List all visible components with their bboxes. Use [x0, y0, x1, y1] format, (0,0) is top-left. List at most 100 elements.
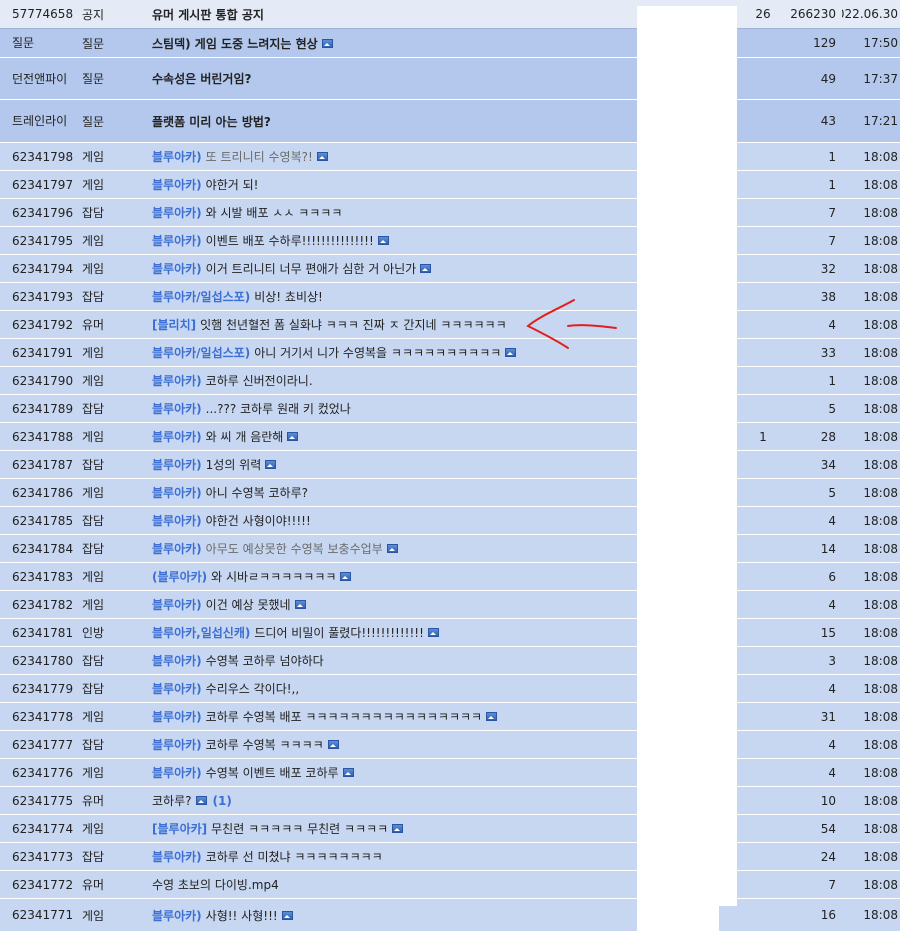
table-row[interactable]: 57774658 공지 유머 게시판 통합 공지 26 266230 2022.06.30 — [0, 0, 900, 29]
table-row[interactable]: 62341794 게임 블루아카) 이거 트리니티 너무 편애가 심한 거 아닌가 32… — [0, 255, 900, 283]
table-row[interactable]: 62341790 게임 블루아카) 코하루 신버전이라니. 1 18:08 — [0, 367, 900, 395]
view-count: 10 — [820, 793, 836, 808]
post-title-link[interactable]: 블루아카) 코하루 수영복 배포 ㅋㅋㅋㅋㅋㅋㅋㅋㅋㅋㅋㅋㅋㅋㅋㅋ — [152, 703, 632, 730]
post-tag: 블루아카/일섭스포) — [152, 290, 251, 304]
post-category: 게임 — [82, 486, 105, 500]
post-number: 62341787 — [12, 457, 74, 472]
post-number: 62341786 — [12, 485, 74, 500]
table-row[interactable]: 62341782 게임 블루아카) 이건 예상 못했네 4 18:08 — [0, 591, 900, 619]
post-title-link[interactable]: 블루아카) 와 시발 배포 ㅅㅅ ㅋㅋㅋㅋ — [152, 199, 632, 226]
post-category: 게임 — [82, 374, 105, 388]
post-number: 62341783 — [12, 569, 74, 584]
post-title-link[interactable]: 블루아카) 또 트리니티 수영복?! — [152, 143, 632, 170]
post-category: 질문 — [82, 114, 105, 129]
post-number: 62341771 — [12, 908, 74, 922]
redaction-block — [637, 6, 737, 906]
post-time: 18:08 — [863, 541, 898, 556]
post-tag: 블루아카) — [152, 178, 202, 192]
image-attached-icon — [195, 796, 207, 805]
post-title-link[interactable]: 블루아카) 와 씨 개 음란해 — [152, 423, 632, 450]
post-title-link[interactable]: 블루아카,일섭신캐) 드디어 비밀이 풀렸다!!!!!!!!!!!!! — [152, 619, 632, 646]
view-count: 5 — [828, 401, 836, 416]
post-title-text: 이거 트리니티 너무 편애가 심한 거 아닌가 — [205, 262, 417, 276]
table-row[interactable]: 62341796 잡담 블루아카) 와 시발 배포 ㅅㅅ ㅋㅋㅋㅋ 7 18:08 — [0, 199, 900, 227]
table-row[interactable]: 62341772 유머 수영 초보의 다이빙.mp4 7 18:08 — [0, 871, 900, 899]
table-row[interactable]: 던전앤파이 질문 수속성은 버린거임? 49 17:37 — [0, 58, 900, 100]
post-title-link[interactable]: 수영 초보의 다이빙.mp4 — [152, 871, 632, 898]
post-title-link[interactable]: 스팀덱) 게임 도중 느려지는 현상 — [152, 29, 632, 57]
table-row[interactable]: 62341798 게임 블루아카) 또 트리니티 수영복?! 1 18:08 — [0, 143, 900, 171]
table-row[interactable]: 62341773 잡담 블루아카) 코하루 선 미쳤냐 ㅋㅋㅋㅋㅋㅋㅋㅋ 24 18:08 — [0, 843, 900, 871]
post-title-link[interactable]: 블루아카) 야한거 되! — [152, 171, 632, 198]
table-row[interactable]: 62341789 잡담 블루아카)...??? 코하루 원래 키 컸었나 5 18:08 — [0, 395, 900, 423]
table-row[interactable]: 62341780 잡담 블루아카) 수영복 코하루 넘야하다 3 18:08 — [0, 647, 900, 675]
table-row[interactable]: 62341778 게임 블루아카) 코하루 수영복 배포 ㅋㅋㅋㅋㅋㅋㅋㅋㅋㅋㅋㅋㅋㅋ… — [0, 703, 900, 731]
post-title-link[interactable]: 블루아카) 야한건 사형이야!!!!! — [152, 507, 632, 534]
post-title-link[interactable]: 플랫폼 미리 아는 방법? — [152, 100, 632, 142]
post-tag: 블루아카) — [152, 430, 202, 444]
table-row[interactable]: 62341775 유머 코하루? (1) 10 18:08 — [0, 787, 900, 815]
post-title-link[interactable]: 블루아카) 수리우스 각이다!,, — [152, 675, 632, 702]
post-title-link[interactable]: (블루아카) 와 시바ㄹㅋㅋㅋㅋㅋㅋㅋ — [152, 563, 632, 590]
table-row[interactable]: 62341784 잡담 블루아카) 아무도 예상못한 수영복 보충수업부 14 18:08 — [0, 535, 900, 563]
post-title-link[interactable]: 블루아카) 수영복 이벤트 배포 코하루 — [152, 759, 632, 786]
table-row[interactable]: 질문 질문 스팀덱) 게임 도중 느려지는 현상 129 17:50 — [0, 29, 900, 58]
post-title-link[interactable]: 블루아카) 사형!! 사형!!! — [152, 899, 632, 931]
table-row[interactable]: 62341797 게임 블루아카) 야한거 되! 1 18:08 — [0, 171, 900, 199]
post-title-link[interactable]: 블루아카) 코하루 선 미쳤냐 ㅋㅋㅋㅋㅋㅋㅋㅋ — [152, 843, 632, 870]
post-title-link[interactable]: 블루아카) 코하루 수영복 ㅋㅋㅋㅋ — [152, 731, 632, 758]
table-row[interactable]: 62341787 잡담 블루아카) 1성의 위력 34 18:08 — [0, 451, 900, 479]
post-title-link[interactable]: 코하루? (1) — [152, 787, 632, 814]
post-title-link[interactable]: 블루아카) 수영복 코하루 넘야하다 — [152, 647, 632, 674]
post-category: 질문 — [82, 36, 105, 51]
image-attached-icon — [287, 432, 299, 441]
post-title-link[interactable]: 블루아카) 이건 예상 못했네 — [152, 591, 632, 618]
view-count: 32 — [820, 261, 836, 276]
post-title-text: 수리우스 각이다!,, — [205, 682, 300, 696]
table-row[interactable]: 62341777 잡담 블루아카) 코하루 수영복 ㅋㅋㅋㅋ 4 18:08 — [0, 731, 900, 759]
post-title-link[interactable]: 블루아카) 이벤트 배포 수하루!!!!!!!!!!!!!!! — [152, 227, 632, 254]
table-row[interactable]: 62341779 잡담 블루아카) 수리우스 각이다!,, 4 18:08 — [0, 675, 900, 703]
table-row[interactable]: 62341795 게임 블루아카) 이벤트 배포 수하루!!!!!!!!!!!!!!!… — [0, 227, 900, 255]
post-title-link[interactable]: 블루아카)...??? 코하루 원래 키 컸었나 — [152, 395, 632, 422]
table-row[interactable]: 62341776 게임 블루아카) 수영복 이벤트 배포 코하루 4 18:08 — [0, 759, 900, 787]
post-title-link[interactable]: 수속성은 버린거임? — [152, 58, 632, 99]
table-row[interactable]: 62341785 잡담 블루아카) 야한건 사형이야!!!!! 4 18:08 — [0, 507, 900, 535]
post-title-link[interactable]: 블루아카) 아니 수영복 코하루? — [152, 479, 632, 506]
view-count: 28 — [820, 429, 836, 444]
reply-count — [752, 535, 774, 562]
table-row[interactable]: 62341781 인방 블루아카,일섭신캐) 드디어 비밀이 풀렸다!!!!!!!!!… — [0, 619, 900, 647]
table-row[interactable]: 62341791 게임 블루아카/일섭스포) 아니 거기서 니가 수영복을 ㅋㅋㅋㅋㅋ… — [0, 339, 900, 367]
post-number: 62341797 — [12, 177, 74, 192]
post-title-link[interactable]: [블루아카] 무친련 ㅋㅋㅋㅋㅋ 무친련 ㅋㅋㅋㅋ — [152, 815, 632, 842]
post-title-link[interactable]: 블루아카) 1성의 위력 — [152, 451, 632, 478]
post-title-link[interactable]: 블루아카) 아무도 예상못한 수영복 보충수업부 — [152, 535, 632, 562]
post-number: 62341791 — [12, 345, 74, 360]
table-row[interactable]: 62341788 게임 블루아카) 와 씨 개 음란해 1 28 18:08 — [0, 423, 900, 451]
image-attached-icon — [316, 152, 328, 161]
comment-count[interactable]: (1) — [213, 794, 232, 808]
post-title-text: 또 트리니티 수영복?! — [205, 150, 313, 164]
table-row[interactable]: 62341792 유머 [블리치] 잇햄 천년혈전 폼 실화냐 ㅋㅋㅋ 진짜 ㅈ 간지… — [0, 311, 900, 339]
view-count: 34 — [820, 457, 836, 472]
reply-count — [752, 367, 774, 394]
post-title-text: 1성의 위력 — [205, 458, 262, 472]
post-category: 잡담 — [82, 206, 105, 220]
table-row[interactable]: 62341783 게임 (블루아카) 와 시바ㄹㅋㅋㅋㅋㅋㅋㅋ 6 18:08 — [0, 563, 900, 591]
table-row[interactable]: 62341793 잡담 블루아카/일섭스포) 비상! 쵸비상! 38 18:08 — [0, 283, 900, 311]
post-category: 유머 — [82, 318, 105, 332]
post-title-link[interactable]: 블루아카) 이거 트리니티 너무 편애가 심한 거 아닌가 — [152, 255, 632, 282]
reply-count — [752, 58, 774, 99]
post-category: 잡담 — [82, 654, 105, 668]
reply-count — [752, 591, 774, 618]
post-title-link[interactable]: 블루아카) 코하루 신버전이라니. — [152, 367, 632, 394]
table-row[interactable]: 62341771 게임 블루아카) 사형!! 사형!!! 16 18:08 — [0, 899, 900, 932]
view-count: 33 — [820, 345, 836, 360]
table-row[interactable]: 62341786 게임 블루아카) 아니 수영복 코하루? 5 18:08 — [0, 479, 900, 507]
post-category: 게임 — [82, 570, 105, 584]
table-row[interactable]: 62341774 게임 [블루아카] 무친련 ㅋㅋㅋㅋㅋ 무친련 ㅋㅋㅋㅋ 54 18:0… — [0, 815, 900, 843]
post-title-link[interactable]: 유머 게시판 통합 공지 — [152, 0, 632, 28]
reply-count: 26 — [755, 7, 771, 21]
post-category: 게임 — [82, 766, 105, 780]
table-row[interactable]: 트레인라이 질문 플랫폼 미리 아는 방법? 43 17:21 — [0, 100, 900, 143]
